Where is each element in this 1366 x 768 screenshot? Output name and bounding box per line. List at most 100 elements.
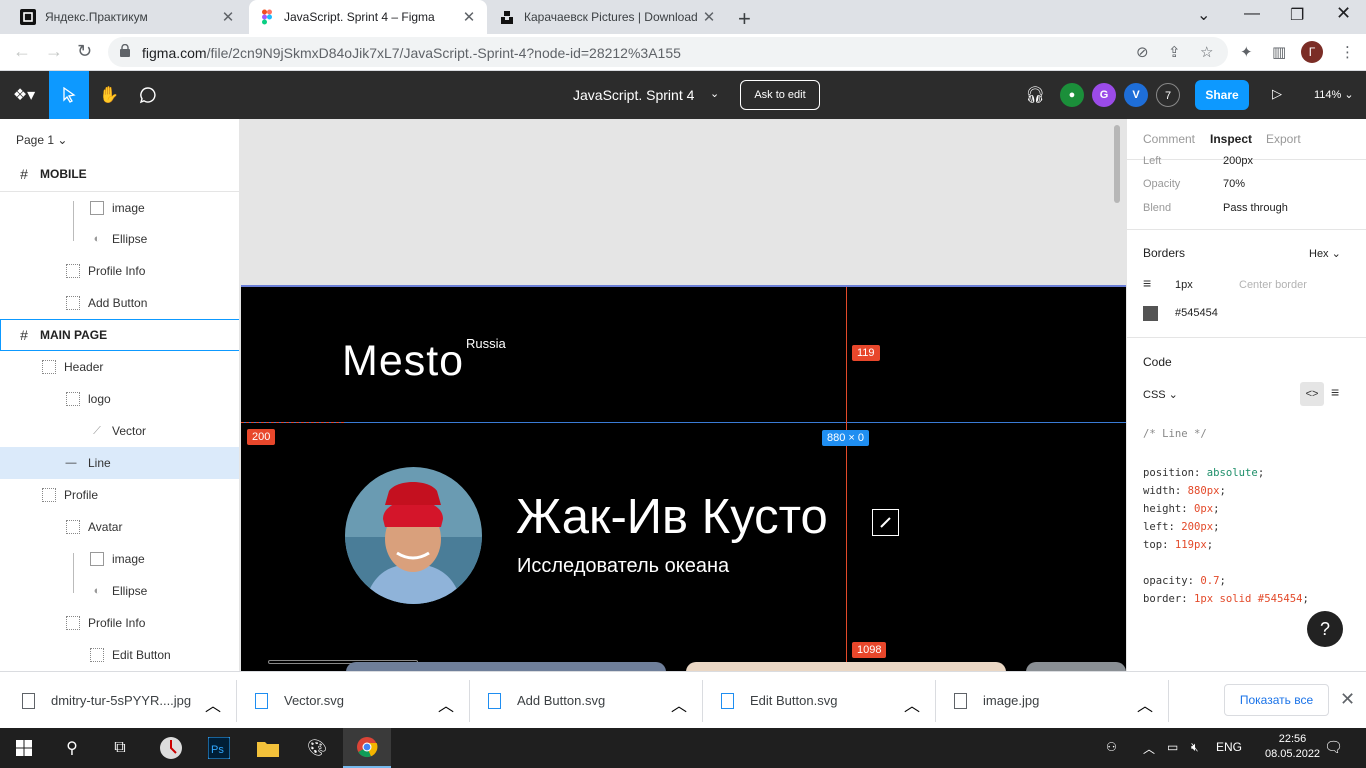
chevron-up-icon[interactable]: ︿ [205,692,221,716]
minimize-icon[interactable]: — [1244,5,1260,23]
tab-search-icon[interactable]: ⌄ [1197,5,1210,25]
download-item[interactable]: Vector.svg [255,672,344,729]
photo-card[interactable] [686,662,1006,671]
browser-tab-praktikum[interactable]: Яндекс.Практикум ✕ [10,0,246,34]
selected-line[interactable] [241,422,1126,423]
color-format-select[interactable]: Hex ⌄ [1309,247,1341,260]
user-avatar-v[interactable]: V [1124,83,1148,107]
border-color-value[interactable]: #545454 [1175,307,1218,319]
close-icon[interactable]: ✕ [461,8,477,26]
main-page-frame[interactable]: Mesto Russia 119 200 880 × 0 Жак-Ив Куст… [241,285,1126,671]
hand-tool-icon[interactable]: ✋ [89,71,129,119]
eye-off-icon[interactable]: ⊘ [1136,43,1149,61]
layer-vector[interactable]: ⟋ Vector [0,415,239,447]
help-button[interactable]: ? [1307,611,1343,647]
tab-comment[interactable]: Comment [1143,132,1195,146]
move-tool-icon[interactable] [49,71,89,119]
browser-tab-figma[interactable]: JavaScript. Sprint 4 – Figma ✕ [249,0,487,34]
close-downloads-icon[interactable]: ✕ [1340,689,1355,710]
opacity-value[interactable]: 70% [1223,178,1245,190]
chevron-up-icon[interactable]: ︿ [904,692,920,716]
browser-tab-karachaevsk[interactable]: Карачаевск Pictures | Download ✕ [489,0,727,34]
figma-menu-icon[interactable]: ❖▾ [4,71,44,119]
layer-image[interactable]: image [0,191,239,223]
photoshop-icon[interactable]: Ps [195,728,243,768]
code-view-icon[interactable]: <> [1300,382,1324,406]
download-item[interactable]: dmitry-tur-5sPYYR....jpg [22,672,191,729]
chevron-up-icon[interactable]: ︿ [671,692,687,716]
layer-main-page[interactable]: # MAIN PAGE [0,319,239,351]
chevron-up-icon[interactable]: ︿ [438,692,454,716]
canvas-scrollbar[interactable] [1114,125,1120,203]
reload-icon[interactable]: ↻ [77,41,92,62]
headphones-icon[interactable]: 🎧︎ [1025,85,1045,105]
close-icon[interactable]: ✕ [701,8,717,26]
layer-logo[interactable]: logo [0,383,239,415]
layer-edit-button[interactable]: Edit Button [0,639,239,671]
css-code-block[interactable]: opacity: 0.7; border: 1px solid #545454; [1143,572,1309,608]
maximize-icon[interactable]: ❐ [1290,5,1304,25]
layer-image[interactable]: image [0,543,239,575]
zoom-level[interactable]: 114% ⌄ [1314,88,1354,101]
border-color-swatch[interactable] [1143,306,1158,321]
ask-to-edit-button[interactable]: Ask to edit [740,80,820,110]
bookmark-star-icon[interactable]: ☆ [1200,43,1213,61]
download-item[interactable]: image.jpg [954,672,1039,729]
menu-kebab-icon[interactable]: ⋮ [1340,43,1355,61]
close-icon[interactable]: ✕ [220,8,236,26]
chrome-icon[interactable] [343,728,391,768]
layer-avatar[interactable]: Avatar [0,511,239,543]
chevron-up-icon[interactable]: ︿ [1137,692,1153,716]
battery-icon[interactable]: ▭ [1167,740,1178,754]
design-canvas[interactable]: Mesto Russia 119 200 880 × 0 Жак-Ив Куст… [240,119,1126,671]
download-item[interactable]: Add Button.svg [488,672,605,729]
layer-header[interactable]: Header [0,351,239,383]
file-title[interactable]: JavaScript. Sprint 4 [573,87,694,103]
tab-inspect[interactable]: Inspect [1210,132,1252,146]
volume-muted-icon[interactable]: 🔇︎ [1191,740,1199,755]
photo-card[interactable] [346,662,666,671]
task-view-icon[interactable]: ⧉ [96,728,144,768]
comment-tool-icon[interactable] [128,71,168,119]
left-value[interactable]: 200px [1223,155,1253,167]
extensions-icon[interactable]: ✦ [1240,43,1253,61]
file-explorer-icon[interactable] [244,728,292,768]
share-button[interactable]: Share [1195,80,1249,110]
user-avatar-photo[interactable]: ● [1060,83,1084,107]
share-page-icon[interactable]: ⇪ [1168,43,1181,61]
edit-profile-button[interactable] [872,509,899,536]
chevron-up-icon[interactable]: ︿ [1143,740,1155,757]
back-icon[interactable]: ← [13,41,31,62]
chevron-down-icon[interactable]: ⌄ [710,87,719,100]
css-code-block[interactable]: position: absolute; width: 880px; height: … [1143,464,1264,554]
layer-ellipse[interactable]: ◐ Ellipse [0,223,239,255]
forward-icon[interactable]: → [45,41,63,62]
clock[interactable]: 22:56 08.05.2022 [1265,732,1320,762]
layer-ellipse[interactable]: ◐ Ellipse [0,575,239,607]
yandex-browser-icon[interactable] [147,728,195,768]
more-users-count[interactable]: 7 [1156,83,1180,107]
list-view-icon[interactable]: ≡ [1331,384,1339,400]
paint-app-icon[interactable]: 🎨︎ [293,728,341,768]
language-indicator[interactable]: ENG [1216,740,1242,754]
address-bar[interactable]: figma.com/file/2cn9N9jSkmxD84oJik7xL7/Ja… [108,37,1228,67]
show-all-button[interactable]: Показать все [1224,684,1329,716]
layer-mobile[interactable]: # MOBILE [0,158,239,190]
download-item[interactable]: Edit Button.svg [721,672,837,729]
photo-card[interactable] [1026,662,1126,671]
window-close-icon[interactable]: ✕ [1336,3,1351,24]
page-selector[interactable]: Page 1 ⌄ [16,133,67,147]
layer-profile-info[interactable]: Profile Info [0,255,239,287]
search-icon[interactable]: ⚲ [48,728,96,768]
present-play-icon[interactable]: ▷ [1272,86,1282,102]
layer-add-button[interactable]: Add Button [0,287,239,319]
layer-profile[interactable]: Profile [0,479,239,511]
notifications-icon[interactable]: 🗨︎ [1324,738,1343,756]
blend-value[interactable]: Pass through [1223,202,1288,214]
profile-avatar-image[interactable] [345,467,482,604]
border-width[interactable]: 1px [1175,279,1193,291]
code-language-select[interactable]: CSS ⌄ [1143,388,1178,401]
layer-line[interactable]: — Line [0,447,239,479]
new-tab-icon[interactable]: + [738,6,751,32]
layer-profile-info[interactable]: Profile Info [0,607,239,639]
